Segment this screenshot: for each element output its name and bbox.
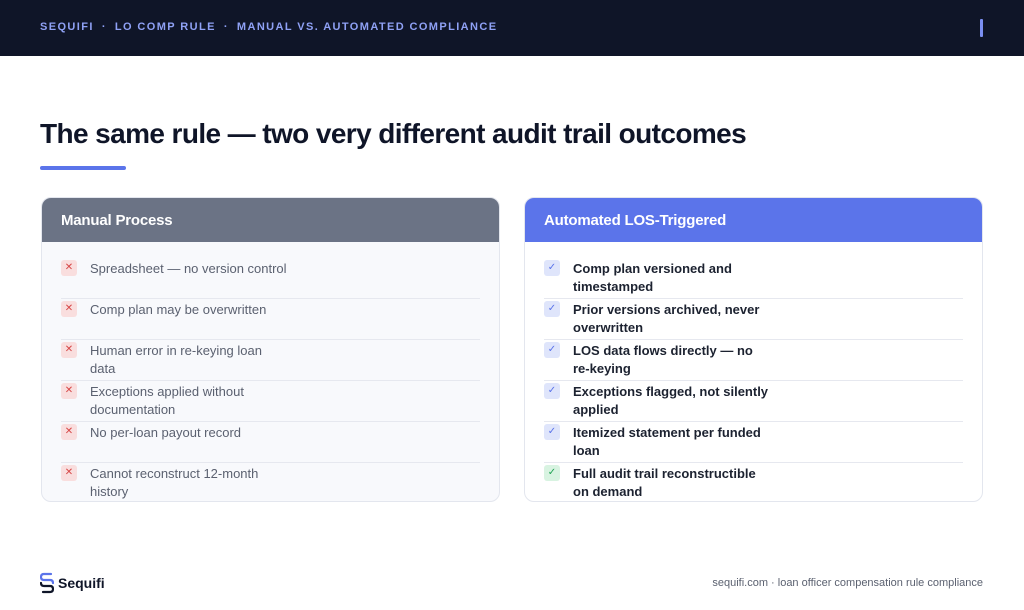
breadcrumb: SEQUIFI · LO COMP RULE · MANUAL VS. AUTOMATE… [40, 21, 497, 33]
list-item: ✓ Full audit trail reconstructible on dem… [544, 463, 963, 501]
list-item: ✓ Comp plan versioned and timestamped [544, 258, 963, 299]
automated-card: Automated LOS-Triggered ✓ Comp plan versi… [524, 197, 983, 502]
list-item: ✕ Comp plan may be overwritten [61, 299, 480, 340]
list-item-text: Prior versions archived, never overwritt… [573, 302, 760, 335]
manual-item-list: ✕ Spreadsheet — no version control ✕ Comp … [42, 242, 499, 501]
list-item-text: Exceptions flagged, not silently applied [573, 384, 769, 417]
list-item: ✓ LOS data flows directly — no re-keying [544, 340, 963, 381]
list-item-text: Comp plan versioned and timestamped [573, 261, 732, 294]
x-icon: ✕ [61, 424, 77, 440]
x-icon: ✕ [61, 383, 77, 399]
sequifi-logo-icon [40, 572, 54, 594]
list-item-text: Cannot reconstruct 12-month history [90, 466, 259, 499]
breadcrumb-item-topic: MANUAL VS. AUTOMATED COMPLIANCE [236, 21, 498, 33]
breadcrumb-separator: · [223, 21, 229, 33]
list-item-text: Exceptions applied without documentation [90, 384, 244, 417]
list-item-text: Full audit trail reconstructible on dema… [573, 466, 756, 499]
manual-process-card: Manual Process ✕ Spreadsheet — no version… [41, 197, 500, 502]
list-item-text: LOS data flows directly — no re-keying [573, 343, 753, 376]
list-item: ✓ Itemized statement per funded loan [544, 422, 963, 463]
check-icon: ✓ [544, 260, 560, 276]
check-icon: ✓ [544, 424, 560, 440]
page-title: The same rule — two very different audit… [40, 118, 747, 149]
list-item-text: Spreadsheet — no version control [90, 261, 287, 276]
list-item-text: Human error in re-keying loan data [90, 343, 262, 376]
x-icon: ✕ [61, 465, 77, 481]
x-icon: ✕ [61, 301, 77, 317]
check-icon: ✓ [544, 301, 560, 317]
list-item: ✕ No per-loan payout record [61, 422, 480, 463]
title-underline [40, 166, 126, 170]
list-item: ✕ Spreadsheet — no version control [61, 258, 480, 299]
footer-logo[interactable]: Sequifi [40, 572, 105, 594]
logo-text: Sequifi [58, 575, 105, 591]
top-bar: SEQUIFI · LO COMP RULE · MANUAL VS. AUTOMATE… [0, 0, 1024, 56]
x-icon: ✕ [61, 260, 77, 276]
list-item: ✓ Exceptions flagged, not silently applie… [544, 381, 963, 422]
accent-bar [980, 19, 983, 37]
list-item: ✕ Human error in re-keying loan data [61, 340, 480, 381]
breadcrumb-item-brand: SEQUIFI [40, 21, 94, 33]
list-item: ✓ Prior versions archived, never overwrit… [544, 299, 963, 340]
check-icon: ✓ [544, 383, 560, 399]
check-green-icon: ✓ [544, 465, 560, 481]
list-item: ✕ Exceptions applied without documentatio… [61, 381, 480, 422]
automated-card-heading: Automated LOS-Triggered [525, 198, 982, 242]
list-item-text: No per-loan payout record [90, 425, 242, 440]
x-icon: ✕ [61, 342, 77, 358]
breadcrumb-separator: · [101, 21, 107, 33]
list-item: ✕ Cannot reconstruct 12-month history [61, 463, 480, 501]
automated-item-list: ✓ Comp plan versioned and timestamped ✓ Pr… [525, 242, 982, 501]
manual-card-heading: Manual Process [42, 198, 499, 242]
list-item-text: Itemized statement per funded loan [573, 425, 761, 458]
breadcrumb-item-rule: LO COMP RULE [114, 21, 216, 33]
check-icon: ✓ [544, 342, 560, 358]
list-item-text: Comp plan may be overwritten [90, 302, 267, 317]
footer-caption: sequifi.com · loan officer compensation … [712, 577, 983, 589]
